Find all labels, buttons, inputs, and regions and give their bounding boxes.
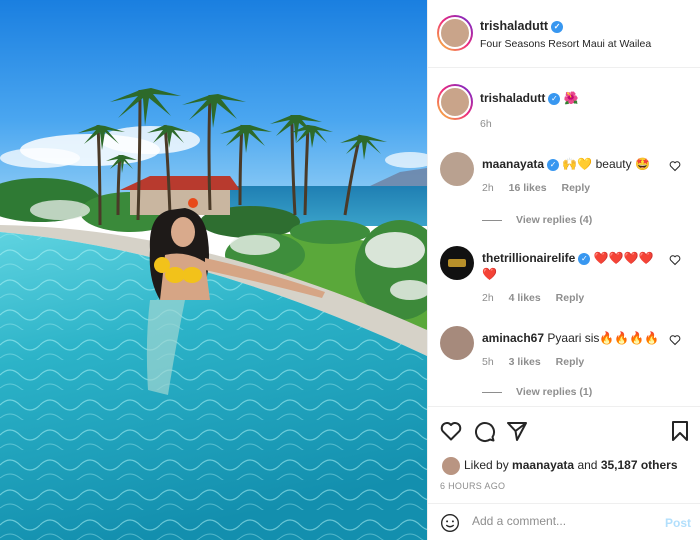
author-avatar[interactable]	[437, 15, 473, 51]
post-photo[interactable]	[0, 0, 427, 540]
comment-icon[interactable]	[472, 419, 496, 443]
comment-avatar[interactable]	[440, 246, 474, 280]
comment-time[interactable]: 5h	[482, 356, 494, 368]
verified-badge: ✓	[551, 21, 564, 33]
caption-meta: 6h	[480, 118, 504, 130]
view-replies-label[interactable]: View replies (4)	[516, 214, 592, 226]
author-username[interactable]: trishaladutt ✓	[480, 19, 564, 33]
like-heart-icon[interactable]	[439, 419, 463, 443]
post-details-panel: trishaladutt ✓ Four Seasons Resort Maui a…	[427, 0, 700, 540]
post-timestamp[interactable]: 6 HOURS AGO	[440, 481, 505, 491]
comment-username[interactable]: thetrillionairelife	[482, 251, 575, 265]
post-actions: Liked by maanayata and 35,187 others 6 H…	[428, 406, 700, 540]
comment-meta: 5h 3 likes Reply	[482, 356, 596, 368]
avatar-logo	[448, 259, 466, 267]
likes-connector: and	[577, 458, 598, 473]
likes-others[interactable]: 35,187 others	[601, 458, 678, 472]
likes-user[interactable]: maanayata	[512, 458, 574, 472]
comment-reply-button[interactable]: Reply	[556, 292, 585, 304]
comment-like-heart-icon[interactable]	[669, 160, 681, 172]
comment-meta: 2h 16 likes Reply	[482, 182, 602, 194]
post-comment-button[interactable]: Post	[665, 516, 691, 530]
comment-text-line: maanayata ✓ 🙌💛 beauty 🤩	[482, 156, 664, 172]
verified-badge: ✓	[578, 253, 591, 265]
comment-text-line: aminach67 Pyaari sis🔥🔥🔥🔥	[482, 330, 664, 346]
emoji-icon[interactable]	[440, 513, 460, 533]
comment-time[interactable]: 2h	[482, 182, 494, 194]
add-comment-input[interactable]	[472, 514, 652, 528]
author-username-text[interactable]: trishaladutt	[480, 19, 548, 33]
comment-likes[interactable]: 4 likes	[509, 292, 541, 304]
view-replies-divider	[482, 391, 502, 393]
liker-avatar[interactable]	[442, 457, 460, 475]
comment-text: Pyaari sis🔥🔥🔥🔥	[547, 331, 660, 345]
pool-photo-image	[0, 0, 427, 540]
comment-item: aminach67 Pyaari sis🔥🔥🔥🔥 5h 3 likes Repl…	[428, 326, 700, 406]
post-location[interactable]: Four Seasons Resort Maui at Wailea	[480, 38, 651, 50]
likes-summary: Liked by maanayata and 35,187 others	[442, 457, 678, 475]
comment-likes[interactable]: 3 likes	[509, 356, 541, 368]
comment-text-line: thetrillionairelife ✓ ❤️❤️❤️❤️❤️	[482, 250, 664, 282]
caption: trishaladutt ✓ 🌺 6h	[428, 84, 700, 144]
comment-reply-button[interactable]: Reply	[556, 356, 585, 368]
comment-like-heart-icon[interactable]	[669, 254, 681, 266]
bookmark-icon[interactable]	[668, 419, 692, 443]
comment-avatar[interactable]	[440, 326, 474, 360]
post-header: trishaladutt ✓ Four Seasons Resort Maui a…	[428, 0, 700, 68]
caption-avatar[interactable]	[437, 84, 473, 120]
comment-avatar[interactable]	[440, 152, 474, 186]
likes-prefix: Liked by	[464, 458, 509, 473]
view-replies-button[interactable]: View replies (4)	[482, 214, 592, 226]
comment-likes[interactable]: 16 likes	[509, 182, 547, 194]
caption-time[interactable]: 6h	[480, 118, 492, 130]
comment-text: 🙌💛 beauty 🤩	[562, 157, 650, 171]
comment-username[interactable]: aminach67	[482, 331, 544, 345]
comment-item: thetrillionairelife ✓ ❤️❤️❤️❤️❤️ 2h 4 lik…	[428, 246, 700, 316]
view-replies-label[interactable]: View replies (1)	[516, 386, 592, 398]
verified-badge: ✓	[548, 93, 561, 105]
add-comment-bar: Post	[428, 503, 700, 540]
caption-text: 🌺	[563, 91, 579, 105]
view-replies-button[interactable]: View replies (1)	[482, 386, 592, 398]
view-replies-divider	[482, 219, 502, 221]
comment-meta: 2h 4 likes Reply	[482, 292, 596, 304]
comment-item: maanayata ✓ 🙌💛 beauty 🤩 2h 16 likes Reply…	[428, 152, 700, 232]
comment-username[interactable]: maanayata	[482, 157, 544, 171]
caption-text-line: trishaladutt ✓ 🌺	[480, 90, 662, 106]
comment-like-heart-icon[interactable]	[669, 334, 681, 346]
share-icon[interactable]	[505, 419, 529, 443]
caption-username[interactable]: trishaladutt	[480, 91, 545, 105]
verified-badge: ✓	[547, 159, 560, 171]
comment-time[interactable]: 2h	[482, 292, 494, 304]
comment-reply-button[interactable]: Reply	[561, 182, 590, 194]
comments-section[interactable]: trishaladutt ✓ 🌺 6h maanayata ✓ 🙌💛 beauty …	[428, 68, 700, 406]
